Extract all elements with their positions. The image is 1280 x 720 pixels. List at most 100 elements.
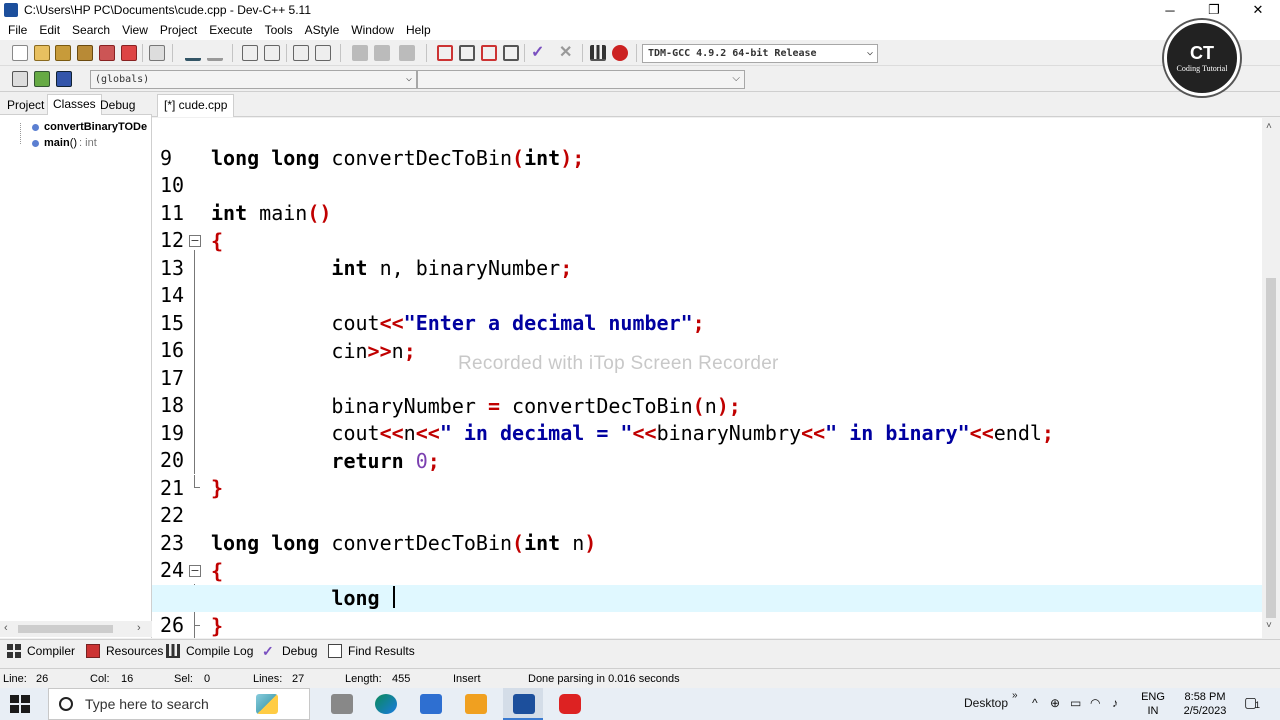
chart-icon xyxy=(166,644,180,658)
print-icon[interactable] xyxy=(149,45,165,61)
menu-search[interactable]: Search xyxy=(66,23,116,37)
tab-compile-log[interactable]: Compile Log xyxy=(166,644,253,658)
close-all-icon[interactable] xyxy=(121,45,137,61)
tree-item-convertbinary[interactable]: convertBinaryTODe xyxy=(32,121,147,133)
save-icon[interactable] xyxy=(55,45,71,61)
menu-file[interactable]: File xyxy=(2,23,33,37)
scroll-right-icon[interactable]: › xyxy=(137,622,141,634)
scroll-up-icon[interactable]: ˄ xyxy=(1266,121,1272,132)
tab-resources[interactable]: Resources xyxy=(86,644,163,658)
menu-project[interactable]: Project xyxy=(154,23,203,37)
close-file-icon[interactable] xyxy=(99,45,115,61)
code-line-22: 22 } xyxy=(160,475,224,527)
store-icon[interactable] xyxy=(420,694,442,714)
insert-icon[interactable] xyxy=(12,71,28,87)
editor-vertical-scrollbar[interactable]: ˄ ˅ xyxy=(1262,118,1280,638)
tab-classes[interactable]: Classes xyxy=(47,94,102,115)
replace-icon[interactable] xyxy=(264,45,280,61)
editor-tabs: [*] cude.cpp xyxy=(152,93,1280,117)
code-line-24: 24 long long convertDecToBin(int n) xyxy=(160,531,597,582)
check-syntax-icon[interactable]: ✓ xyxy=(531,45,547,61)
menu-help[interactable]: Help xyxy=(400,23,437,37)
find-icon[interactable] xyxy=(242,45,258,61)
toggle-icon[interactable] xyxy=(34,71,50,87)
windows-start-icon[interactable] xyxy=(10,695,30,713)
new-file-icon[interactable] xyxy=(12,45,28,61)
volume-icon[interactable]: ♪ xyxy=(1112,696,1118,710)
goto-line-icon[interactable] xyxy=(293,45,309,61)
menu-window[interactable]: Window xyxy=(345,23,400,37)
tab-project[interactable]: Project xyxy=(2,96,49,115)
tab-cude-cpp[interactable]: [*] cude.cpp xyxy=(157,94,235,117)
undo-icon[interactable] xyxy=(185,45,201,61)
menu-execute[interactable]: Execute xyxy=(203,23,258,37)
goto-icon[interactable] xyxy=(56,71,72,87)
profile-chart-icon[interactable] xyxy=(590,45,606,61)
open-folder-icon[interactable] xyxy=(34,45,50,61)
back-icon[interactable] xyxy=(352,45,368,61)
fold-toggle-icon[interactable]: − xyxy=(189,565,201,577)
toggle-bookmark-icon[interactable] xyxy=(399,45,415,61)
wifi-icon[interactable]: ◠ xyxy=(1090,696,1100,710)
indent-icon[interactable] xyxy=(315,45,331,61)
code-line-15: 15 xyxy=(160,311,185,335)
battery-icon[interactable]: ▭ xyxy=(1070,696,1081,710)
network-icon[interactable]: ⊕ xyxy=(1050,696,1060,710)
compile-icon[interactable] xyxy=(437,45,453,61)
chevron-icon[interactable]: » xyxy=(1012,690,1018,701)
minimize-button[interactable]: ─ xyxy=(1148,0,1192,20)
rebuild-all-icon[interactable] xyxy=(503,45,519,61)
scroll-down-icon[interactable]: ˅ xyxy=(1266,620,1272,631)
scope-select[interactable]: (globals) ⌵ xyxy=(90,70,417,89)
tab-debug[interactable]: Debug xyxy=(95,96,140,115)
save-all-icon[interactable] xyxy=(77,45,93,61)
search-icon xyxy=(59,697,73,711)
scrollbar-thumb[interactable] xyxy=(1266,278,1276,618)
forward-icon[interactable] xyxy=(374,45,390,61)
tray-overflow-icon[interactable]: ^ xyxy=(1032,696,1038,710)
tab-compiler[interactable]: Compiler xyxy=(7,644,75,658)
devcpp-task-button[interactable] xyxy=(503,688,543,720)
maximize-button[interactable]: ❐ xyxy=(1192,0,1236,20)
language-indicator[interactable]: ENG IN xyxy=(1138,690,1168,718)
compiler-select-value: TDM-GCC 4.9.2 64-bit Release xyxy=(648,48,817,59)
menu-edit[interactable]: Edit xyxy=(33,23,66,37)
function-icon xyxy=(32,139,39,147)
window-controls: ─ ❐ ✕ xyxy=(1148,0,1280,20)
status-line: 26 xyxy=(36,673,49,685)
close-button[interactable]: ✕ xyxy=(1236,0,1280,20)
code-editor[interactable]: 9 10 long long convertDecToBin(int); 11 … xyxy=(152,118,1262,638)
compiler-select[interactable]: TDM-GCC 4.9.2 64-bit Release ⌵ xyxy=(642,44,878,63)
edge-browser-icon[interactable] xyxy=(375,694,397,714)
recorder-icon[interactable] xyxy=(559,694,581,714)
status-lines-label: Lines: xyxy=(253,673,283,685)
desktop-toolbar[interactable]: Desktop xyxy=(964,696,1008,710)
sublime-icon[interactable] xyxy=(465,694,487,714)
scope-select-value: (globals) xyxy=(95,74,150,85)
clock[interactable]: 8:58 PM 2/5/2023 xyxy=(1170,690,1240,718)
recorder-watermark: Recorded with iTop Screen Recorder xyxy=(458,353,779,374)
stop-execution-icon[interactable]: ✕ xyxy=(559,45,575,61)
code-line-9: 9 xyxy=(160,146,173,170)
chevron-down-icon: ⌵ xyxy=(732,73,740,84)
tree-item-main[interactable]: main () : int xyxy=(32,137,97,149)
scroll-left-icon[interactable]: ‹ xyxy=(4,622,8,634)
code-line-26-current: 26 long xyxy=(152,585,1262,637)
tab-find-results[interactable]: Find Results xyxy=(328,644,415,658)
menu-astyle[interactable]: AStyle xyxy=(299,23,346,37)
run-icon[interactable] xyxy=(459,45,475,61)
code-line-23: 23 xyxy=(160,531,185,555)
coding-tutorial-logo: CT Coding Tutorial xyxy=(1164,20,1240,96)
delete-profile-icon[interactable] xyxy=(612,45,628,61)
compile-run-icon[interactable] xyxy=(481,45,497,61)
redo-icon[interactable] xyxy=(207,45,223,61)
menu-tools[interactable]: Tools xyxy=(259,23,299,37)
task-view-icon[interactable] xyxy=(331,694,353,714)
function-select[interactable]: ⌵ xyxy=(417,70,745,89)
panel-horizontal-scrollbar[interactable]: ‹ › xyxy=(0,621,152,637)
tab-debug-output[interactable]: ✓ Debug xyxy=(262,644,317,658)
menu-view[interactable]: View xyxy=(116,23,154,37)
weather-widget-icon[interactable] xyxy=(256,694,278,714)
fold-toggle-icon[interactable]: − xyxy=(189,235,201,247)
scrollbar-thumb[interactable] xyxy=(18,625,113,633)
